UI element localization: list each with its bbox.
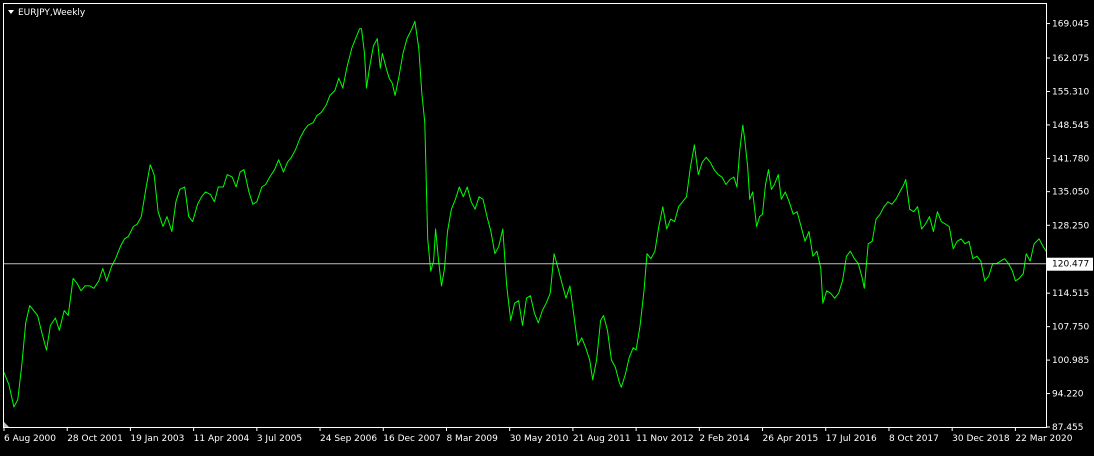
- y-tick-label: 155.310: [1052, 87, 1089, 97]
- x-tick-label: 22 Mar 2020: [1015, 434, 1072, 444]
- current-price-label: 120.477: [1052, 260, 1089, 270]
- y-tick-label: 100.985: [1052, 356, 1089, 366]
- symbol-title: EURJPY,Weekly: [18, 8, 86, 18]
- chart-title[interactable]: EURJPY,Weekly: [8, 8, 86, 18]
- x-tick-label: 2 Feb 2014: [699, 434, 750, 444]
- x-tick-label: 30 May 2010: [510, 434, 569, 444]
- x-tick-label: 16 Dec 2007: [383, 434, 441, 444]
- y-tick-label: 128.250: [1052, 221, 1089, 231]
- y-tick-label: 114.515: [1052, 289, 1089, 299]
- y-tick-label: 107.750: [1052, 323, 1089, 333]
- x-tick-label: 3 Jul 2005: [257, 434, 302, 444]
- x-tick-label: 19 Jan 2003: [130, 434, 184, 444]
- x-tick-label: 30 Dec 2018: [952, 434, 1010, 444]
- x-tick-label: 6 Aug 2000: [4, 434, 56, 444]
- x-tick-label: 11 Apr 2004: [194, 434, 250, 444]
- y-tick-label: 148.545: [1052, 121, 1089, 131]
- x-tick-label: 11 Nov 2012: [636, 434, 694, 444]
- y-tick-label: 87.455: [1052, 423, 1084, 433]
- y-tick-label: 135.050: [1052, 188, 1089, 198]
- y-tick-label: 141.780: [1052, 154, 1089, 164]
- x-tick-label: 8 Oct 2017: [889, 434, 939, 444]
- y-tick-label: 162.075: [1052, 54, 1089, 64]
- x-tick-label: 17 Jul 2016: [826, 434, 877, 444]
- x-tick-label: 8 Mar 2009: [446, 434, 498, 444]
- x-tick-label: 28 Oct 2001: [67, 434, 123, 444]
- price-chart[interactable]: 169.045 162.075 155.310 148.545 141.780 135.0…: [0, 0, 1094, 452]
- y-tick-label: 94.220: [1052, 390, 1084, 400]
- x-tick-label: 26 Apr 2015: [763, 434, 819, 444]
- chart-window[interactable]: 169.045 162.075 155.310 148.545 141.780 135.0…: [0, 0, 1094, 452]
- y-tick-label: 169.045: [1052, 20, 1089, 30]
- chart-background: [0, 0, 1094, 452]
- x-tick-label: 21 Aug 2011: [573, 434, 631, 444]
- x-tick-label: 24 Sep 2006: [320, 434, 377, 444]
- current-price-tag: 120.477: [1047, 257, 1093, 271]
